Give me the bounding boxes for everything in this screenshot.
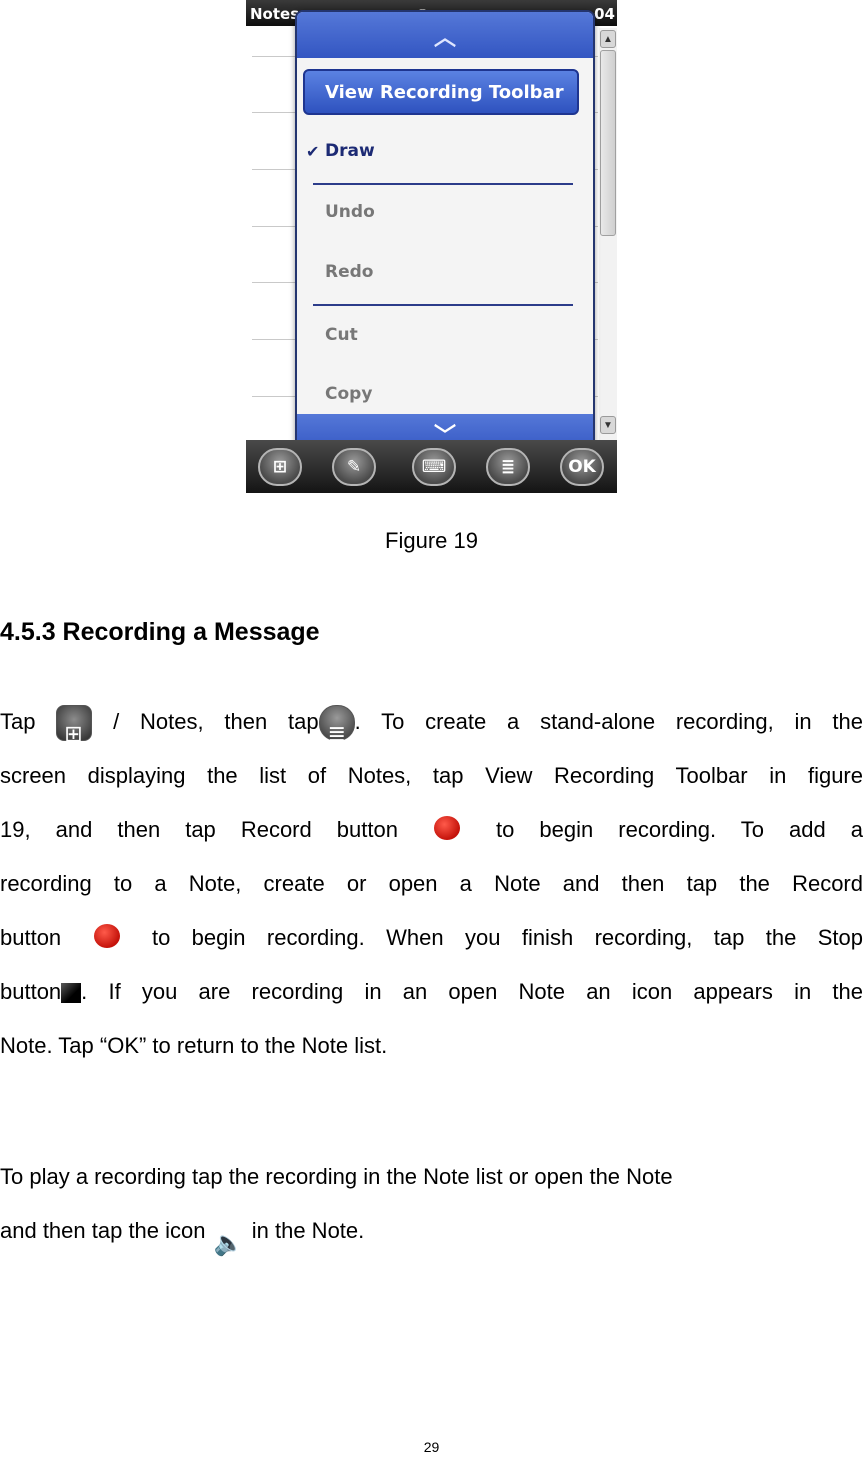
menu-scroll-up[interactable]: ︿ <box>297 12 593 58</box>
text-line: Tap / Notes, then tap . To create a stand… <box>0 695 863 762</box>
text-line: and then tap the icon in the Note. <box>0 1204 673 1271</box>
menu-separator <box>313 304 573 306</box>
figure-19-screenshot: Notes ⦿⇄✉◀ 04 ▲ ▼ ︿ View Recording Toolb… <box>246 0 617 493</box>
text-line: 19, and then tap Record button to begin … <box>0 803 863 857</box>
speaker-icon <box>212 1215 246 1271</box>
menu-button[interactable]: ≣ <box>486 448 530 486</box>
text: . If you are recording in an open Note a… <box>81 979 863 1004</box>
scroll-thumb[interactable] <box>600 50 616 236</box>
windows-start-icon <box>56 705 93 762</box>
text-line: To play a recording tap the recording in… <box>0 1164 673 1189</box>
record-icon <box>423 808 471 854</box>
menu-item-undo[interactable]: Undo <box>325 202 375 222</box>
scroll-up-icon[interactable]: ▲ <box>600 30 616 48</box>
page-number: 29 <box>423 1439 440 1455</box>
figure-caption: Figure 19 <box>385 528 478 553</box>
text: to begin recording. To add a <box>496 817 863 842</box>
stop-icon <box>61 983 82 1004</box>
menu-icon <box>318 705 355 762</box>
popup-menu: ︿ View Recording Toolbar ✔ Draw Undo Red… <box>295 10 595 456</box>
keyboard-button[interactable]: ⌨ <box>412 448 456 486</box>
text: 19, and then tap Record button <box>0 817 398 842</box>
text: to begin recording. When you finish reco… <box>151 925 863 950</box>
record-icon <box>83 916 131 962</box>
taskbar: ⊞ ✎ ⌨ ≣ OK <box>246 440 617 493</box>
checkmark-icon: ✔ <box>306 142 320 161</box>
text: / Notes, then tap <box>113 709 319 734</box>
ok-button[interactable]: OK <box>560 448 604 486</box>
chevron-up-icon: ︿ <box>433 26 457 51</box>
text-line: Note. Tap “OK” to return to the Note lis… <box>0 1033 388 1058</box>
menu-item-label: View Recording Toolbar <box>325 82 564 103</box>
text: Tap <box>0 709 36 734</box>
clock: 04 <box>594 5 615 23</box>
menu-item-cut[interactable]: Cut <box>325 325 358 345</box>
menu-item-copy[interactable]: Copy <box>325 384 372 404</box>
new-note-button[interactable]: ✎ <box>332 448 376 486</box>
app-title: Notes <box>250 5 300 23</box>
menu-item-view-recording-toolbar[interactable]: View Recording Toolbar <box>303 69 579 115</box>
menu-item-redo[interactable]: Redo <box>325 262 373 282</box>
text-line: recording to a Note, create or open a No… <box>0 871 863 896</box>
scroll-down-icon[interactable]: ▼ <box>600 416 616 434</box>
paragraph-1: Tap / Notes, then tap . To create a stand… <box>0 695 863 1073</box>
menu-item-draw[interactable]: Draw <box>325 141 375 161</box>
paragraph-2: To play a recording tap the recording in… <box>0 1150 673 1271</box>
section-heading: 4.5.3 Recording a Message <box>0 618 320 646</box>
text: and then tap the icon <box>0 1218 206 1243</box>
text: button <box>0 979 62 1004</box>
text-line: button to begin recording. When you fini… <box>0 911 863 965</box>
text: in the Note. <box>251 1218 365 1243</box>
text-line: button . If you are recording in an open … <box>0 965 863 1019</box>
menu-separator <box>313 183 573 185</box>
text-line: screen displaying the list of Notes, tap… <box>0 763 863 788</box>
scrollbar[interactable]: ▲ ▼ <box>599 28 617 440</box>
text: . To create a stand-alone recording, in … <box>354 709 863 734</box>
start-button[interactable]: ⊞ <box>258 448 302 486</box>
text: button <box>0 925 62 950</box>
